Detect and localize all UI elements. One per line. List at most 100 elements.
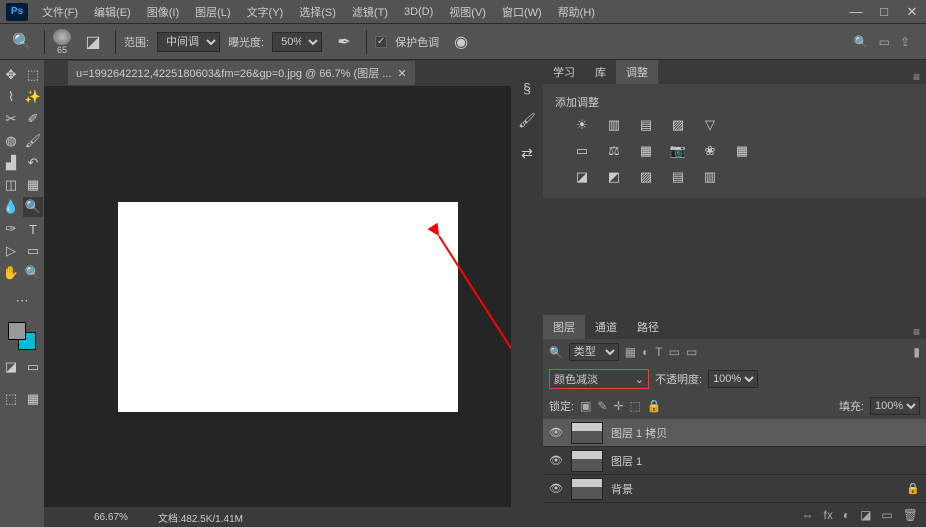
brush-tool[interactable]: 🖌	[23, 131, 43, 151]
layer-fx-icon[interactable]: fx	[823, 508, 832, 522]
filter-smart-icon[interactable]: ▭	[686, 345, 697, 359]
shape-tool[interactable]: ▭	[23, 241, 43, 261]
screenmode-tool[interactable]: ▭	[23, 357, 43, 377]
filter-adjust-icon[interactable]: ◐	[642, 345, 649, 359]
exposure-select[interactable]: 50%	[272, 32, 322, 52]
layer-filter-type[interactable]: 类型	[569, 343, 619, 361]
menu-edit[interactable]: 编辑(E)	[86, 4, 139, 20]
range-select[interactable]: 中间调	[157, 32, 220, 52]
visibility-icon[interactable]: 👁	[549, 454, 563, 467]
adj-hue-icon[interactable]: ▭	[571, 142, 593, 160]
minimize-button[interactable]: —	[842, 2, 870, 22]
layer-name[interactable]: 背景	[611, 481, 633, 497]
adj-vibrance-icon[interactable]: ▽	[699, 116, 721, 134]
zoom-tool[interactable]: 🔍	[23, 263, 43, 283]
menu-select[interactable]: 选择(S)	[291, 4, 344, 20]
layer-thumbnail[interactable]	[571, 422, 603, 444]
crop-tool[interactable]: ✂	[1, 109, 21, 129]
tab-library[interactable]: 库	[585, 60, 616, 84]
adjustment-layer-icon[interactable]: ◪	[860, 508, 871, 522]
tab-channels[interactable]: 通道	[585, 315, 627, 339]
layer-thumbnail[interactable]	[571, 478, 603, 500]
new-layer-icon[interactable]: ▭	[881, 508, 892, 522]
tab-paths[interactable]: 路径	[627, 315, 669, 339]
path-select-tool[interactable]: ▷	[1, 241, 21, 261]
maximize-button[interactable]: □	[870, 2, 898, 22]
menu-file[interactable]: 文件(F)	[34, 4, 86, 20]
eraser-tool[interactable]: ◫	[1, 175, 21, 195]
heal-tool[interactable]: ◍	[1, 131, 21, 151]
gradient-tool[interactable]: ▦	[23, 175, 43, 195]
tab-layers[interactable]: 图层	[543, 315, 585, 339]
close-tab-icon[interactable]: ✕	[397, 67, 406, 80]
lock-transparent-icon[interactable]: ▣	[580, 399, 591, 413]
adj-posterize-icon[interactable]: ◩	[603, 168, 625, 186]
menu-view[interactable]: 视图(V)	[441, 4, 494, 20]
edit-toolbar[interactable]: ⋯	[12, 291, 32, 311]
tab-learn[interactable]: 学习	[543, 60, 585, 84]
share-icon[interactable]: ⇪	[900, 35, 910, 49]
adj-selective-color-icon[interactable]: ▥	[699, 168, 721, 186]
pressure-icon[interactable]: ◉	[447, 28, 475, 56]
adj-balance-icon[interactable]: ⚖	[603, 142, 625, 160]
menu-3d[interactable]: 3D(D)	[396, 6, 441, 18]
move-tool[interactable]: ✥	[1, 65, 21, 85]
menu-type[interactable]: 文字(Y)	[239, 4, 292, 20]
adj-channel-mixer-icon[interactable]: ❀	[699, 142, 721, 160]
filter-type-icon[interactable]: T	[655, 345, 662, 359]
menu-filter[interactable]: 滤镜(T)	[344, 4, 396, 20]
fill-select[interactable]: 100%	[870, 397, 920, 415]
pen-tool[interactable]: ✑	[1, 219, 21, 239]
brush-panel-icon[interactable]: 🖌	[518, 112, 536, 129]
lock-position-icon[interactable]: ✛	[613, 399, 623, 413]
layer-row[interactable]: 👁 背景 🔒	[543, 475, 926, 503]
adj-brightness-icon[interactable]: ☀	[571, 116, 593, 134]
extra-tool-1[interactable]: ⬚	[1, 389, 21, 409]
blend-mode-select[interactable]: 颜色减淡⌄	[549, 369, 649, 389]
filter-shape-icon[interactable]: ▭	[669, 345, 680, 359]
lock-image-icon[interactable]: ✎	[597, 399, 607, 413]
airbrush-icon[interactable]: ✒	[330, 28, 358, 56]
workspace-icon[interactable]: ▭	[879, 35, 890, 49]
layer-row[interactable]: 👁 图层 1 拷贝	[543, 419, 926, 447]
tab-adjustments[interactable]: 调整	[616, 60, 658, 84]
menu-help[interactable]: 帮助(H)	[550, 4, 603, 20]
foreground-color[interactable]	[8, 322, 26, 340]
link-layers-icon[interactable]: ⇔	[801, 508, 813, 522]
document-tab[interactable]: u=1992642212,4225180603&fm=26&gp=0.jpg @…	[68, 61, 415, 85]
layer-name[interactable]: 图层 1	[611, 453, 642, 469]
quickmask-tool[interactable]: ◪	[1, 357, 21, 377]
adj-invert-icon[interactable]: ◪	[571, 168, 593, 186]
visibility-icon[interactable]: 👁	[549, 482, 563, 495]
adj-lookup-icon[interactable]: ▦	[731, 142, 753, 160]
layer-row[interactable]: 👁 图层 1	[543, 447, 926, 475]
history-brush-tool[interactable]: ↶	[23, 153, 43, 173]
adj-threshold-icon[interactable]: ▨	[635, 168, 657, 186]
magic-wand-tool[interactable]: ✨	[23, 87, 43, 107]
filter-pixel-icon[interactable]: ▦	[625, 345, 636, 359]
adj-bw-icon[interactable]: ▦	[635, 142, 657, 160]
color-swatches[interactable]	[8, 322, 36, 350]
hand-tool[interactable]: ✋	[1, 263, 21, 283]
current-tool-icon[interactable]: 🔍	[8, 28, 36, 56]
adj-exposure-icon[interactable]: ▨	[667, 116, 689, 134]
lasso-tool[interactable]: ⌇	[1, 87, 21, 107]
blur-tool[interactable]: 💧	[1, 197, 21, 217]
lock-artboard-icon[interactable]: ⬚	[630, 399, 641, 413]
lock-all-icon[interactable]: 🔒	[647, 399, 662, 413]
adj-curves-icon[interactable]: ▤	[635, 116, 657, 134]
search-icon[interactable]: 🔍	[854, 35, 869, 49]
brush-preview-icon[interactable]	[53, 29, 71, 45]
extra-tool-2[interactable]: ▦	[23, 389, 43, 409]
menu-layer[interactable]: 图层(L)	[187, 4, 238, 20]
layer-thumbnail[interactable]	[571, 450, 603, 472]
menu-window[interactable]: 窗口(W)	[494, 4, 550, 20]
adj-photo-filter-icon[interactable]: 📷	[667, 142, 689, 160]
layer-filter-icon[interactable]: 🔍	[549, 346, 563, 359]
layer-mask-icon[interactable]: ◐	[843, 508, 850, 522]
adj-gradient-map-icon[interactable]: ▤	[667, 168, 689, 186]
history-panel-icon[interactable]: §	[523, 80, 531, 96]
opacity-select[interactable]: 100%	[708, 370, 758, 388]
eyedropper-tool[interactable]: ✐	[23, 109, 43, 129]
panel-menu-icon[interactable]: ≡	[907, 70, 926, 84]
